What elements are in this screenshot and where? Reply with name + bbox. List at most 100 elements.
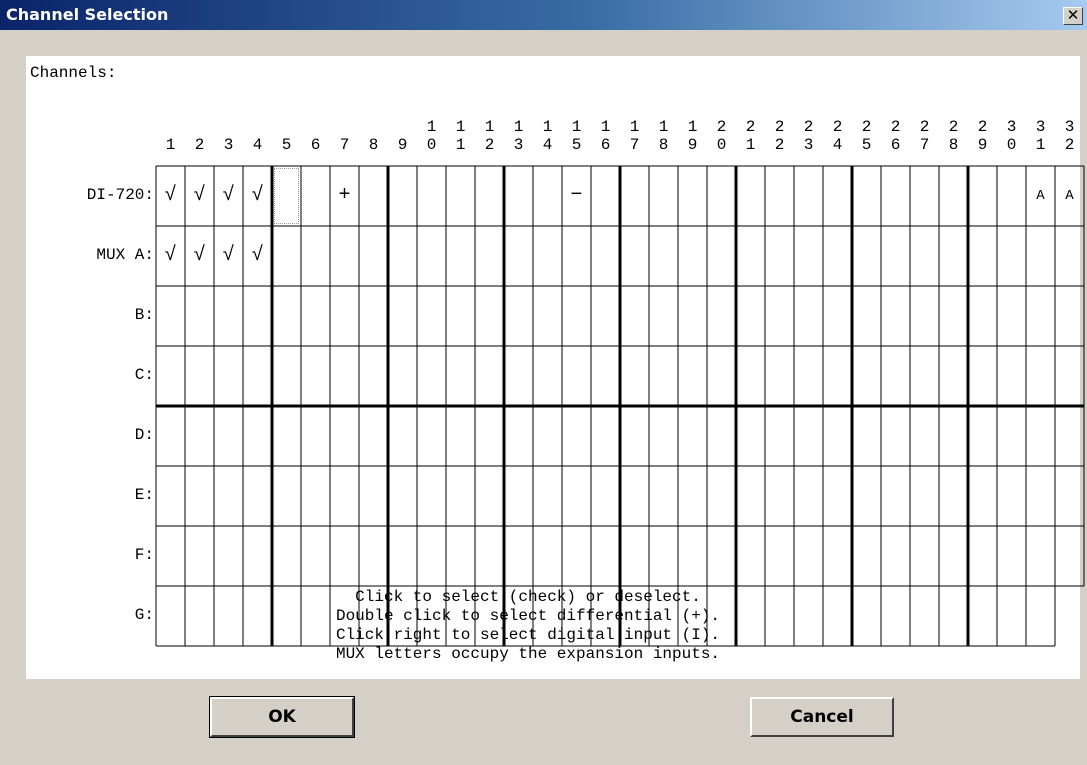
channel-cell[interactable] (475, 346, 504, 406)
channel-cell[interactable] (823, 286, 852, 346)
channel-cell[interactable] (968, 166, 997, 226)
channel-cell[interactable] (1055, 286, 1084, 346)
channel-cell[interactable] (243, 286, 272, 346)
channel-cell[interactable] (504, 166, 533, 226)
channel-cell[interactable] (533, 526, 562, 586)
channel-cell[interactable] (185, 346, 214, 406)
channel-cell[interactable] (272, 466, 301, 526)
channel-cell[interactable] (243, 406, 272, 466)
channel-cell[interactable] (823, 166, 852, 226)
channel-cell[interactable] (1026, 346, 1055, 406)
channel-cell[interactable] (156, 346, 185, 406)
channel-cell[interactable] (504, 226, 533, 286)
channel-cell[interactable] (649, 406, 678, 466)
channel-cell[interactable] (272, 406, 301, 466)
channel-cell[interactable] (649, 346, 678, 406)
channel-cell[interactable] (620, 406, 649, 466)
channel-cell[interactable] (910, 466, 939, 526)
channel-cell[interactable] (475, 466, 504, 526)
channel-cell[interactable] (939, 406, 968, 466)
channel-cell[interactable] (359, 526, 388, 586)
channel-cell[interactable] (388, 466, 417, 526)
channel-cell[interactable] (968, 226, 997, 286)
channel-cell[interactable] (997, 346, 1026, 406)
channel-cell[interactable] (388, 166, 417, 226)
channel-cell[interactable] (417, 226, 446, 286)
channel-cell[interactable] (562, 286, 591, 346)
channel-cell[interactable] (1026, 586, 1055, 646)
channel-cell[interactable] (301, 406, 330, 466)
channel-cell[interactable] (301, 226, 330, 286)
channel-cell[interactable] (504, 286, 533, 346)
channel-cell[interactable] (939, 466, 968, 526)
channel-cell[interactable] (736, 466, 765, 526)
channel-cell[interactable] (185, 526, 214, 586)
channel-cell[interactable] (823, 526, 852, 586)
channel-cell[interactable] (910, 526, 939, 586)
channel-cell[interactable] (997, 526, 1026, 586)
channel-cell[interactable] (823, 466, 852, 526)
channel-cell[interactable] (997, 226, 1026, 286)
channel-cell[interactable] (707, 226, 736, 286)
channel-cell[interactable] (649, 286, 678, 346)
channel-cell[interactable] (968, 586, 997, 646)
channel-cell[interactable] (243, 466, 272, 526)
channel-cell[interactable] (881, 226, 910, 286)
channel-cell[interactable] (678, 226, 707, 286)
channel-cell[interactable] (910, 286, 939, 346)
channel-cell[interactable] (910, 346, 939, 406)
channel-cell[interactable] (678, 166, 707, 226)
channel-cell[interactable] (881, 406, 910, 466)
channel-cell[interactable] (649, 526, 678, 586)
channel-cell[interactable] (939, 286, 968, 346)
channel-cell[interactable] (185, 466, 214, 526)
channel-cell[interactable] (649, 226, 678, 286)
channel-cell[interactable] (272, 346, 301, 406)
channel-cell[interactable] (939, 166, 968, 226)
channel-cell[interactable]: √ (156, 166, 185, 226)
channel-cell[interactable] (678, 346, 707, 406)
channel-cell[interactable] (533, 226, 562, 286)
channel-cell[interactable] (156, 286, 185, 346)
channel-cell[interactable] (765, 286, 794, 346)
channel-cell[interactable] (678, 406, 707, 466)
channel-cell[interactable] (533, 346, 562, 406)
channel-cell[interactable] (214, 466, 243, 526)
channel-cell[interactable] (243, 346, 272, 406)
channel-cell[interactable] (736, 346, 765, 406)
channel-cell[interactable] (1026, 406, 1055, 466)
channel-cell[interactable] (301, 166, 330, 226)
channel-cell[interactable] (852, 286, 881, 346)
channel-cell[interactable] (591, 466, 620, 526)
channel-cell[interactable] (1055, 526, 1084, 586)
channel-cell[interactable] (417, 466, 446, 526)
channel-cell[interactable]: A (1026, 166, 1055, 226)
channel-cell[interactable] (330, 226, 359, 286)
channel-cell[interactable] (765, 346, 794, 406)
channel-cell[interactable] (388, 406, 417, 466)
channel-cell[interactable] (446, 406, 475, 466)
channel-cell[interactable] (620, 286, 649, 346)
channel-cell[interactable] (736, 286, 765, 346)
channel-cell[interactable]: √ (214, 226, 243, 286)
channel-cell[interactable] (997, 586, 1026, 646)
channel-cell[interactable] (678, 286, 707, 346)
channel-cell[interactable] (591, 166, 620, 226)
channel-cell[interactable] (823, 226, 852, 286)
channel-cell[interactable] (475, 286, 504, 346)
channel-cell[interactable] (330, 526, 359, 586)
channel-cell[interactable] (765, 466, 794, 526)
channel-cell[interactable] (475, 166, 504, 226)
channel-cell[interactable]: − (562, 166, 591, 226)
channel-cell[interactable] (504, 466, 533, 526)
channel-cell[interactable] (591, 286, 620, 346)
channel-cell[interactable] (301, 466, 330, 526)
channel-cell[interactable] (649, 166, 678, 226)
channel-cell[interactable] (881, 286, 910, 346)
channel-cell[interactable] (359, 346, 388, 406)
channel-cell[interactable] (562, 226, 591, 286)
channel-cell[interactable] (562, 466, 591, 526)
channel-cell[interactable] (852, 406, 881, 466)
channel-cell[interactable] (910, 166, 939, 226)
channel-cell[interactable] (736, 166, 765, 226)
